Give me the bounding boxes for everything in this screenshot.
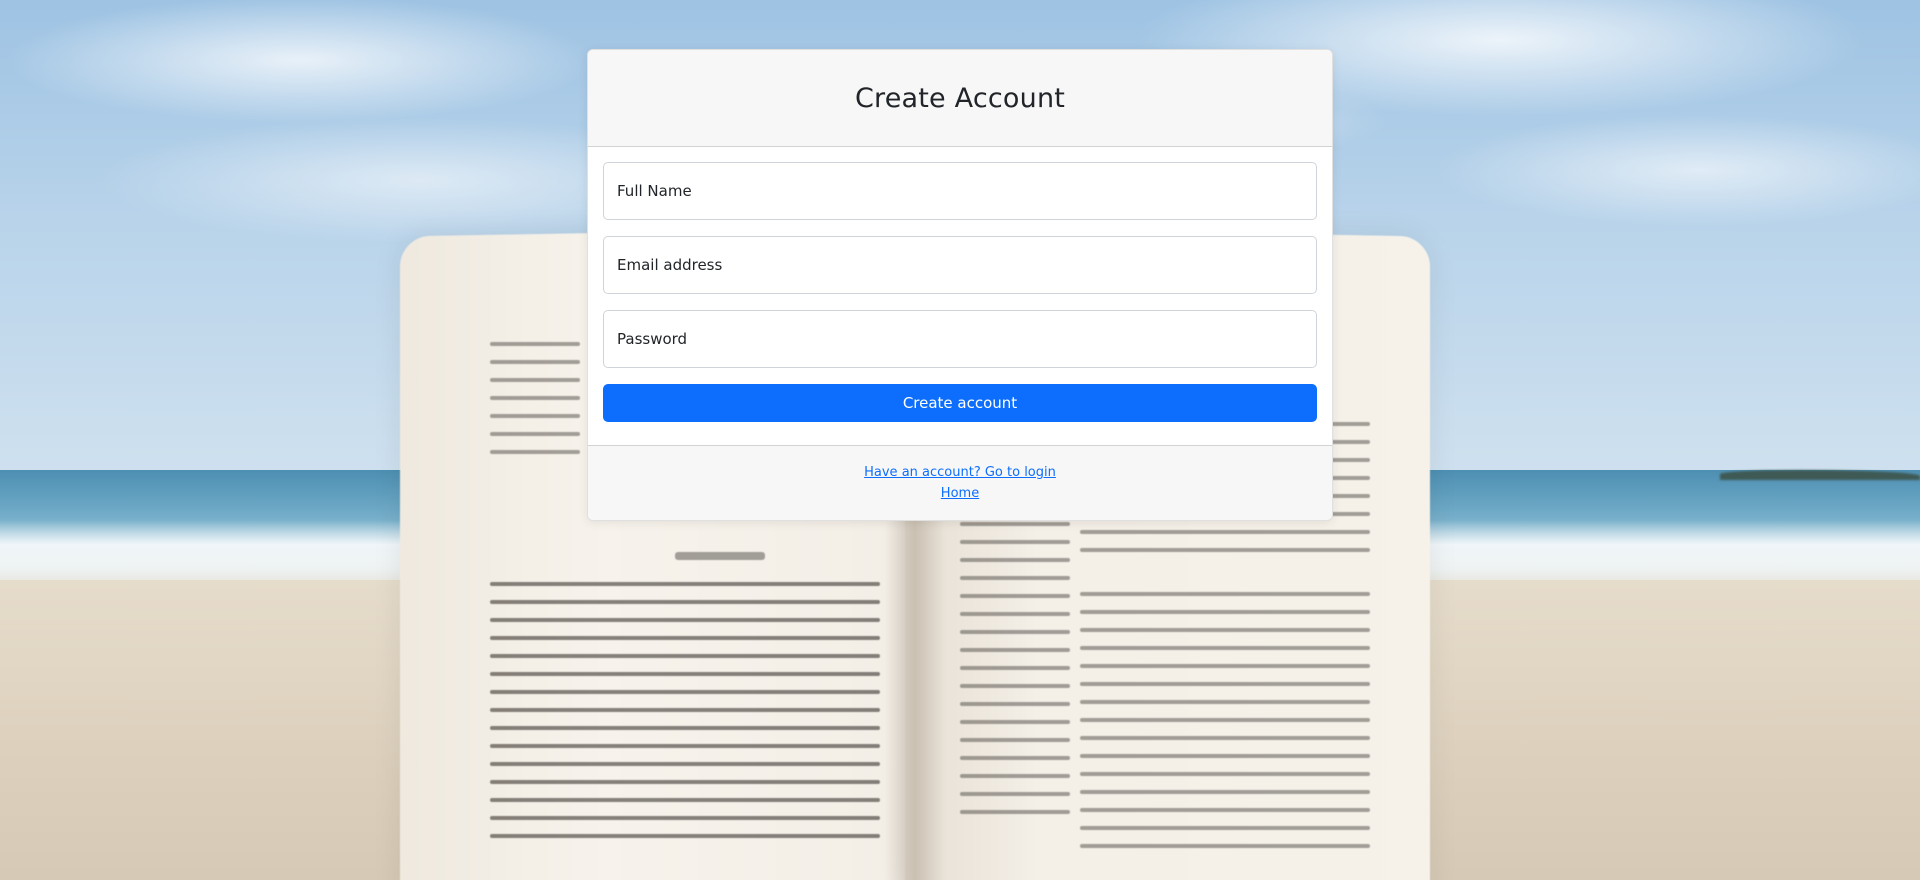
login-link[interactable]: Have an account? Go to login [864, 463, 1056, 482]
password-input[interactable] [603, 310, 1317, 368]
page-title: Create Account [854, 82, 1066, 114]
card-footer: Have an account? Go to login Home [588, 445, 1332, 520]
card-header: Create Account [588, 50, 1332, 147]
home-link[interactable]: Home [941, 484, 979, 503]
email-input[interactable] [603, 236, 1317, 294]
create-account-button[interactable]: Create account [603, 384, 1317, 422]
book-text-lines [1080, 592, 1370, 862]
create-account-card: Create Account Create account Have an ac… [587, 49, 1333, 521]
book-text-lines [490, 342, 580, 468]
card-body: Create account [588, 147, 1332, 422]
book-chapter-heading [675, 552, 765, 560]
full-name-input[interactable] [603, 162, 1317, 220]
book-text-lines [490, 582, 880, 852]
island [1720, 470, 1920, 480]
